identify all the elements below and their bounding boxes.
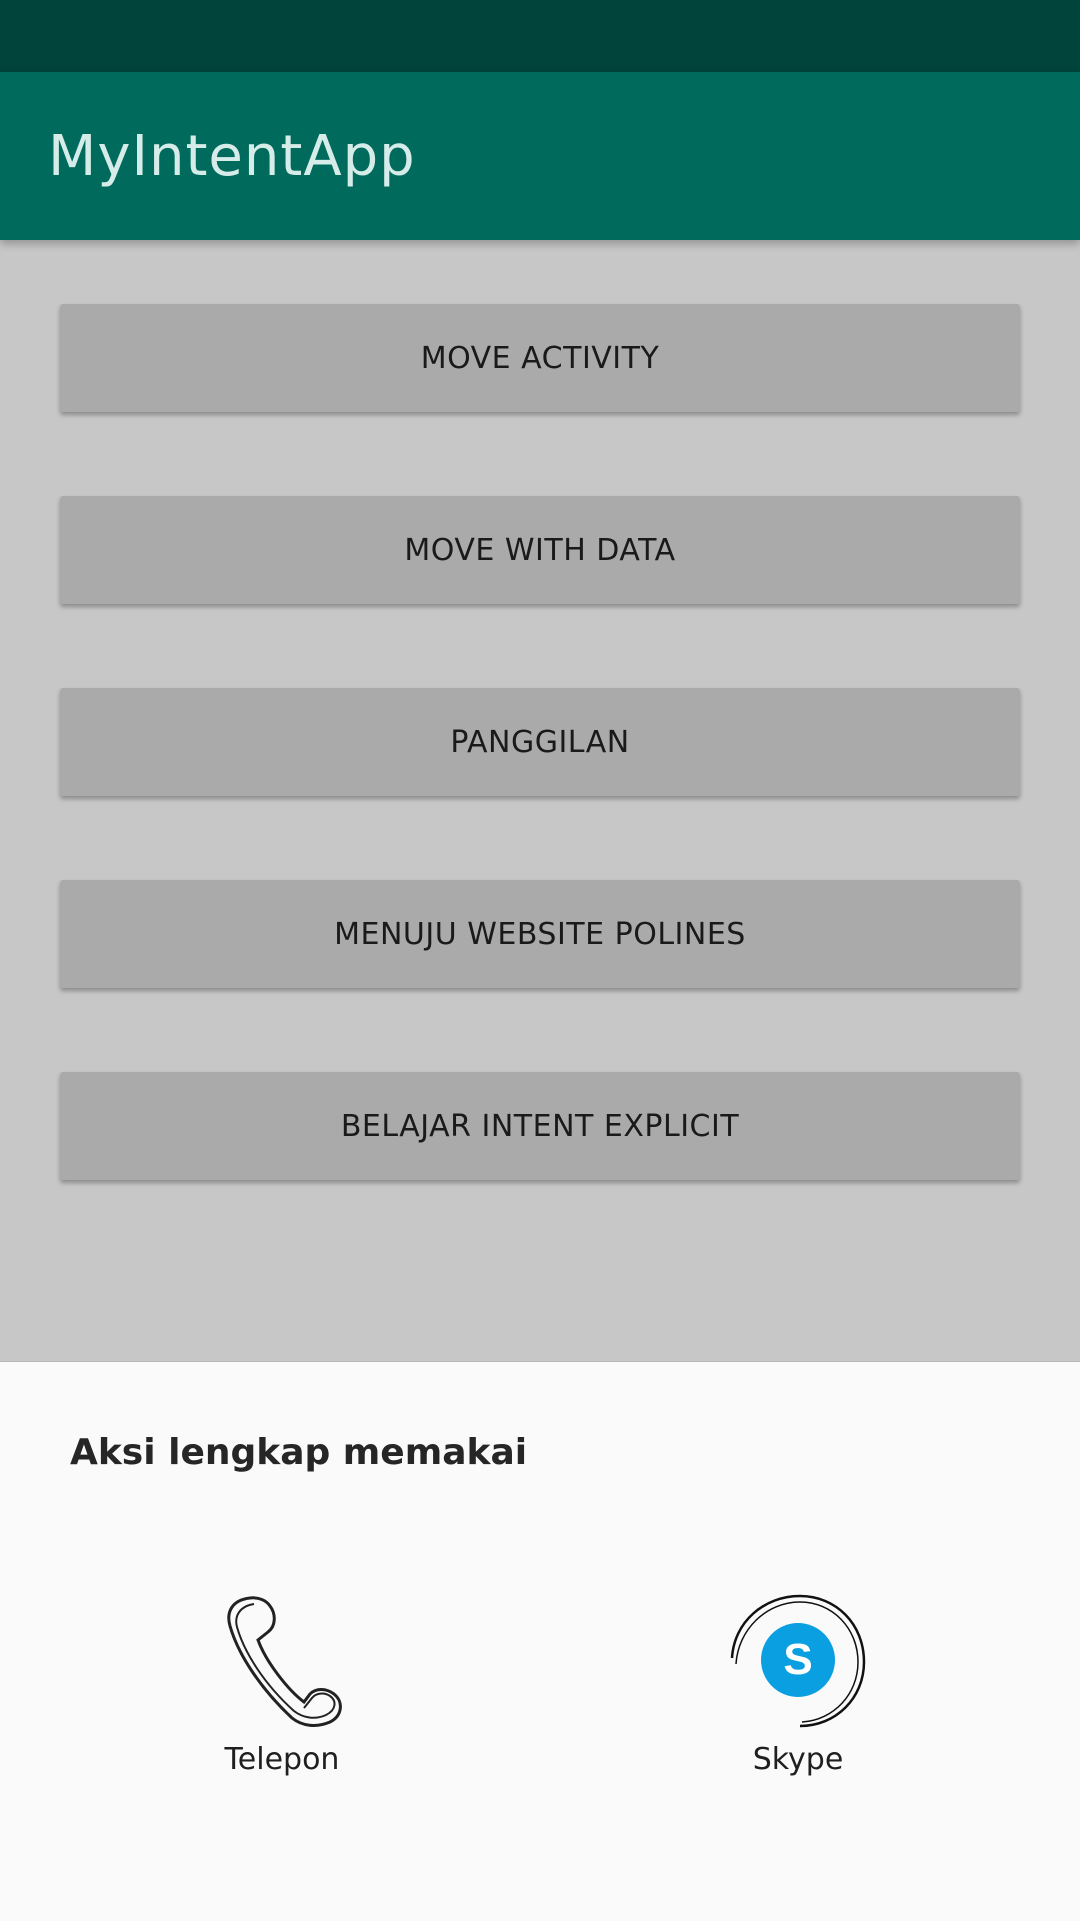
phone-icon [227,1596,342,1727]
chooser-option-label: Skype [752,1742,844,1777]
app-title: MyIntentApp [48,124,416,189]
main-content: MOVE ACTIVITY MOVE WITH DATA PANGGILAN M… [0,240,1080,1360]
app-chooser-sheet: Aksi lengkap memakai Telepon S Skype [0,1361,1080,1921]
move-activity-button[interactable]: MOVE ACTIVITY [60,304,1020,412]
chooser-option-skype[interactable]: S Skype [648,1592,948,1792]
chooser-title: Aksi lengkap memakai [70,1432,528,1473]
chooser-option-label: Telepon [224,1742,340,1777]
svg-text:S: S [783,1635,812,1684]
belajar-intent-explicit-button[interactable]: BELAJAR INTENT EXPLICIT [60,1072,1020,1180]
status-bar [0,0,1080,72]
app-bar: MyIntentApp [0,72,1080,240]
menuju-website-polines-button[interactable]: MENUJU WEBSITE POLINES [60,880,1020,988]
skype-icon: S [730,1594,866,1728]
panggilan-button[interactable]: PANGGILAN [60,688,1020,796]
move-with-data-button[interactable]: MOVE WITH DATA [60,496,1020,604]
chooser-option-telepon[interactable]: Telepon [132,1592,432,1792]
